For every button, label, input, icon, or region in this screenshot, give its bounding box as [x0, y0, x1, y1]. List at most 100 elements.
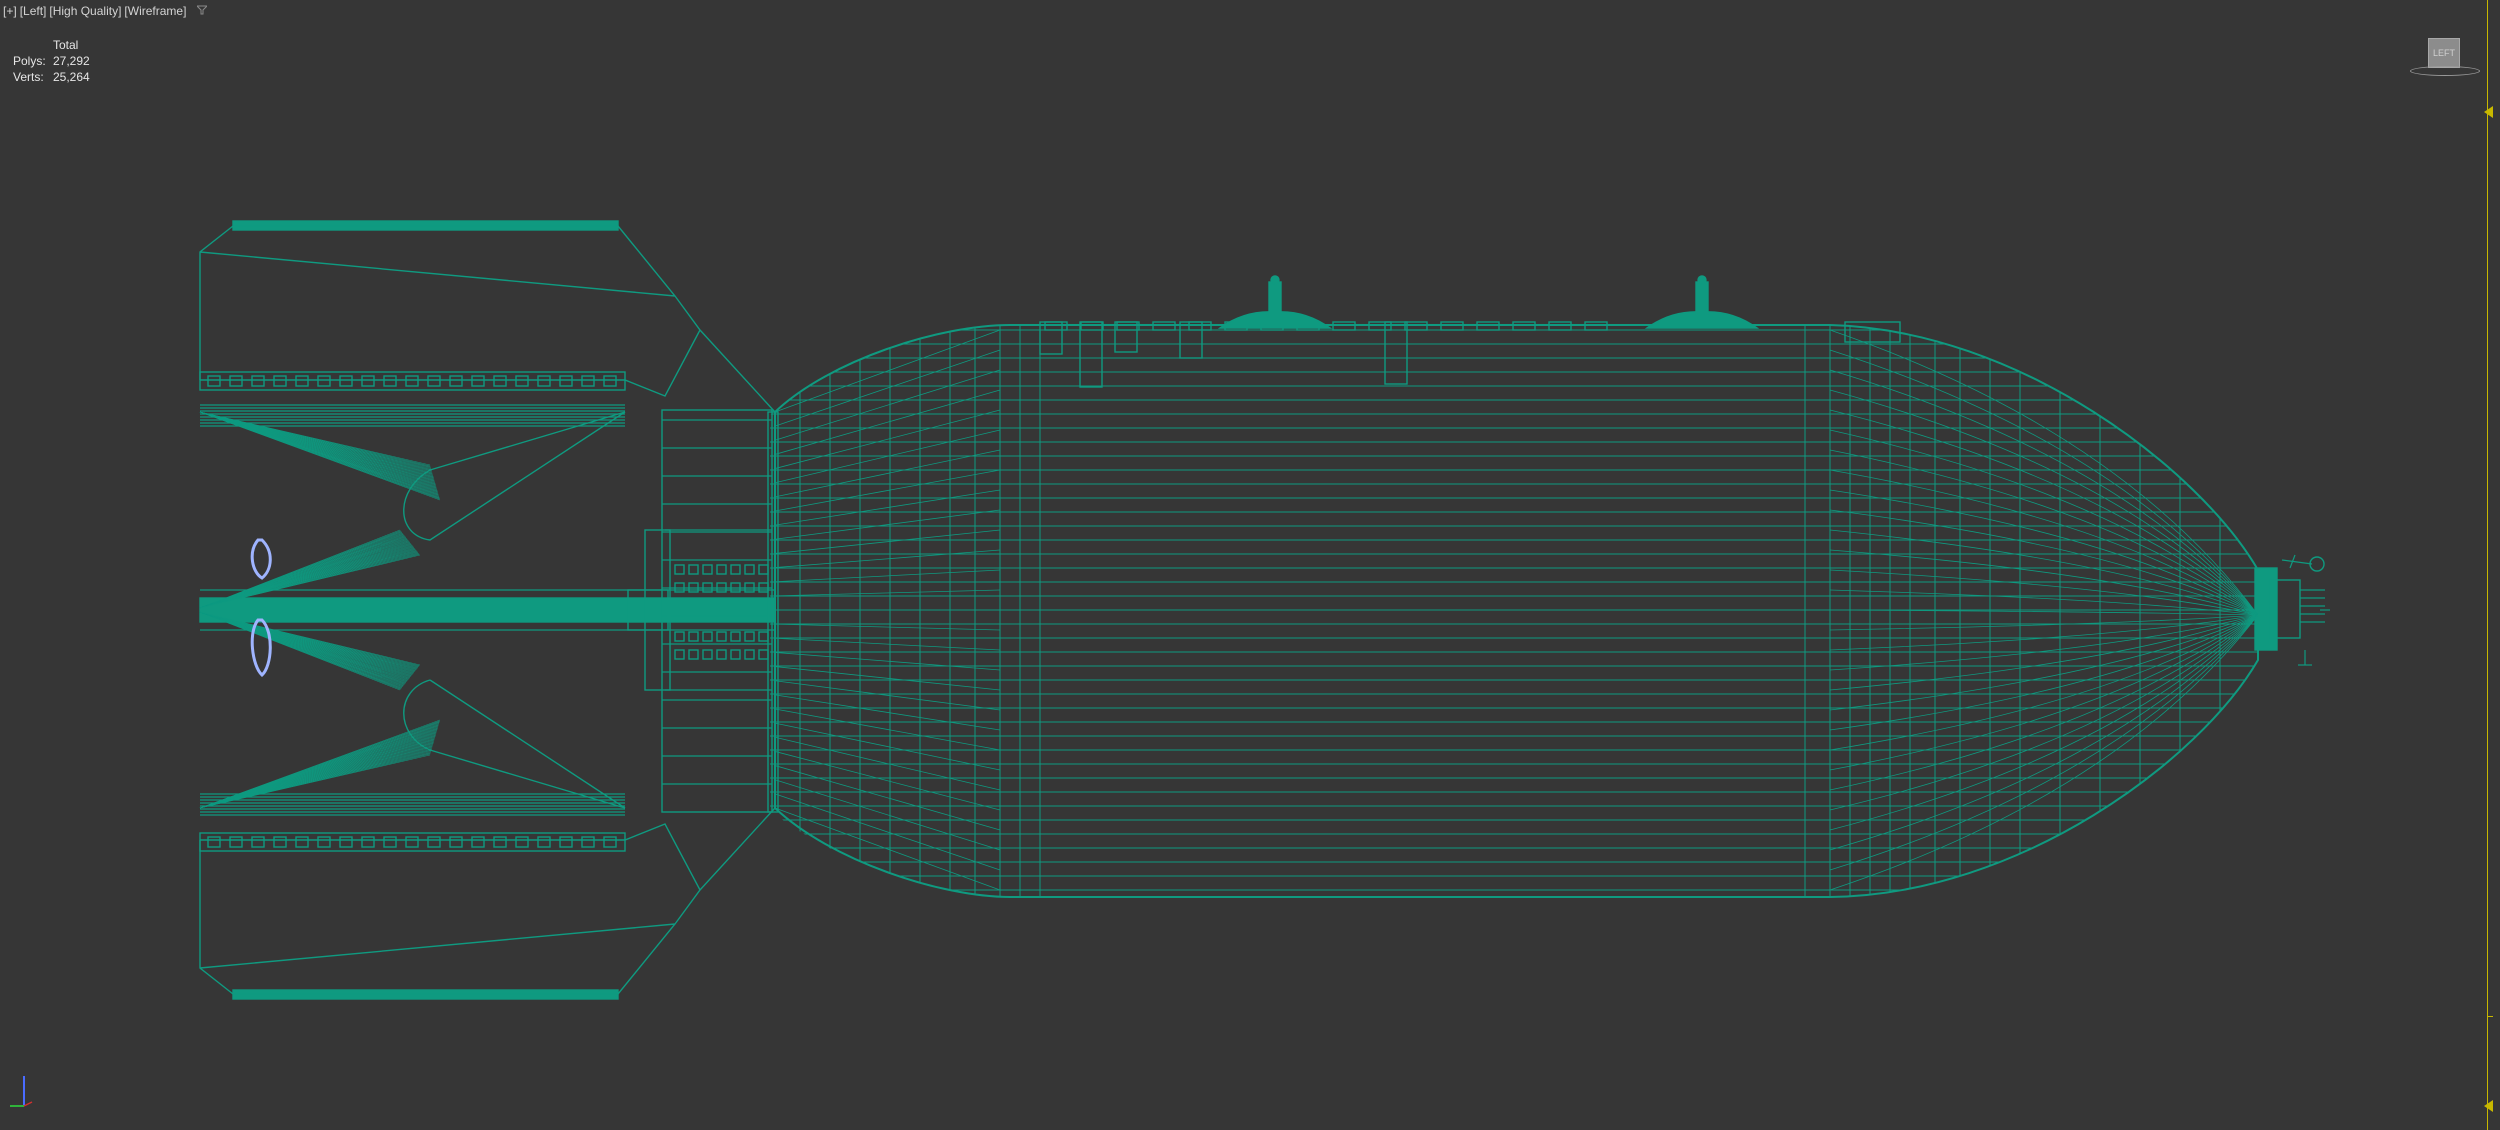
wire-panel: [716, 564, 727, 575]
wire-segment: [2281, 559, 2313, 565]
nose-segment: [1829, 609, 2258, 616]
wire-panel: [744, 564, 755, 575]
wire-panel: [1079, 321, 1103, 388]
time-tick: [2487, 1016, 2493, 1017]
wire-panel: [471, 836, 485, 848]
wire-segment: [774, 409, 1001, 469]
wire-segment: [774, 469, 1001, 512]
wire-panel: [383, 836, 397, 848]
nose-segment: [1829, 429, 2258, 616]
wire-panel: [688, 649, 699, 660]
wire-panel: [758, 564, 769, 575]
wire-segment: [199, 411, 441, 501]
wire-panel: [581, 836, 595, 848]
time-marker-icon[interactable]: [2484, 106, 2493, 118]
wire-panel: [1384, 321, 1408, 385]
wire-panel: [295, 836, 309, 848]
wire-panel: [449, 375, 463, 387]
wire-panel: [405, 836, 419, 848]
wire-segment: [774, 666, 1001, 691]
wire-segment: [774, 489, 1001, 526]
wire-segment: [774, 369, 1001, 441]
wire-panel: [559, 375, 573, 387]
nose-segment: [1829, 369, 2258, 616]
wire-panel: [273, 836, 287, 848]
wire-panel: [317, 375, 331, 387]
wire-panel: [1268, 281, 1282, 315]
wire-segment: [774, 589, 1001, 597]
wire-panel: [317, 836, 331, 848]
wire-segment: [774, 652, 1001, 671]
wire-panel: [207, 375, 221, 387]
wire-panel: [295, 375, 309, 387]
wire-panel: [493, 375, 507, 387]
wire-panel: [361, 375, 375, 387]
wire-segment: [774, 623, 1001, 631]
wire-panel: [537, 375, 551, 387]
wire-panel: [688, 564, 699, 575]
nose-segment: [1829, 589, 2258, 616]
wire-panel: [207, 836, 221, 848]
wire-panel: [229, 375, 243, 387]
wire-panel: [537, 836, 551, 848]
wire-panel: [559, 836, 573, 848]
wire-panel: [471, 375, 485, 387]
fin-outline: [199, 807, 776, 995]
wireframe-bomb-model[interactable]: [0, 0, 2480, 1130]
wire-panel: [515, 375, 529, 387]
wire-segment: [774, 793, 1001, 871]
wire-panel: [702, 649, 713, 660]
nose-segment: [1829, 614, 2258, 671]
wire-panel: [515, 836, 529, 848]
wire-panel: [730, 649, 741, 660]
wire-segment: [774, 708, 1001, 751]
wire-segment: [774, 637, 1001, 651]
wire-panel: [674, 649, 685, 660]
nose-segment: [1829, 614, 2258, 631]
nose-segment: [1829, 614, 2258, 811]
wire-panel: [730, 631, 741, 642]
nose-segment: [1829, 389, 2258, 616]
wire-panel: [273, 375, 287, 387]
fuse-ring: [2309, 556, 2325, 572]
wire-panel: [744, 649, 755, 660]
wire-panel: [251, 375, 265, 387]
wire-panel: [730, 564, 741, 575]
wire-panel: [702, 631, 713, 642]
wire-segment: [774, 751, 1001, 811]
wire-segment: [774, 694, 1001, 731]
wire-panel: [199, 597, 776, 623]
wire-panel: [229, 836, 243, 848]
wire-segment: [199, 719, 441, 809]
wire-segment: [774, 779, 1001, 851]
wire-panel: [339, 375, 353, 387]
wire-segment: [774, 680, 1001, 711]
wire-panel: [1179, 321, 1203, 359]
wire-panel: [427, 836, 441, 848]
wire-segment: [774, 549, 1001, 568]
time-slider-track[interactable]: [2487, 0, 2500, 1130]
wire-segment: [774, 529, 1001, 554]
wire-panel: [493, 836, 507, 848]
wire-panel: [339, 836, 353, 848]
wire-panel: [1039, 321, 1063, 355]
wire-segment: [774, 449, 1001, 498]
wire-panel: [674, 564, 685, 575]
wire-panel: [383, 375, 397, 387]
wire-panel: [716, 631, 727, 642]
wire-panel: [449, 836, 463, 848]
wire-panel: [702, 564, 713, 575]
wire-segment: [774, 509, 1001, 540]
time-marker-icon[interactable]: [2484, 1100, 2493, 1112]
wire-panel: [716, 649, 727, 660]
wire-segment: [774, 569, 1001, 583]
wire-panel: [744, 631, 755, 642]
wire-panel: [361, 836, 375, 848]
wire-panel: [1695, 281, 1709, 315]
wire-panel: [251, 836, 265, 848]
lug-head: [1270, 275, 1280, 285]
nose-segment: [1829, 614, 2258, 871]
wire-panel: [674, 631, 685, 642]
wire-segment: [774, 349, 1001, 427]
wire-panel: [581, 375, 595, 387]
